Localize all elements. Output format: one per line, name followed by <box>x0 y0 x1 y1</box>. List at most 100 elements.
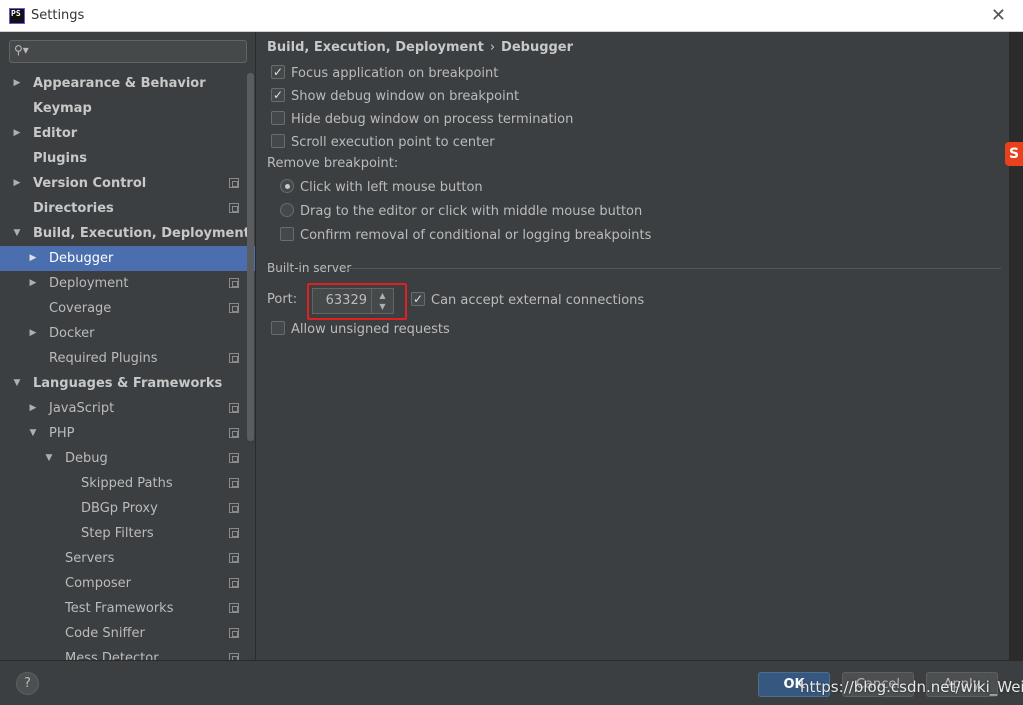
help-button[interactable]: ? <box>16 672 39 695</box>
sidebar-item-label: Version Control <box>33 176 147 191</box>
sidebar-item[interactable]: Directories <box>0 196 255 221</box>
click-left-label: Click with left mouse button <box>300 180 483 195</box>
confirm-removal-label: Confirm removal of conditional or loggin… <box>300 228 652 243</box>
click-left-radio[interactable] <box>280 179 294 193</box>
sidebar-item-label: Plugins <box>33 151 87 166</box>
hide-debug-label: Hide debug window on process termination <box>291 112 574 127</box>
debugger-settings-panel: Build, Execution, Deployment › Debugger Fo… <box>257 32 1009 660</box>
settings-tree: ▶ Appearance & Behavior Keymap ▶ Editor Plugi… <box>0 71 255 660</box>
project-scope-icon <box>229 303 239 313</box>
project-scope-icon <box>229 653 239 660</box>
sidebar-item[interactable]: Skipped Paths <box>0 471 255 496</box>
sidebar-item[interactable]: Keymap <box>0 96 255 121</box>
dialog-footer: ? OK Cancel Apply https://blog.csdn.net/… <box>0 660 1023 705</box>
confirm-removal-option[interactable]: Confirm removal of conditional or loggin… <box>280 226 651 246</box>
hide-debug-checkbox[interactable] <box>271 111 285 125</box>
confirm-removal-checkbox[interactable] <box>280 227 294 241</box>
expand-right-icon[interactable]: ▶ <box>27 271 39 296</box>
sidebar-item[interactable]: ▼ Languages & Frameworks <box>0 371 255 396</box>
sidebar-item[interactable]: ▼ PHP <box>0 421 255 446</box>
sidebar-item-label: Editor <box>33 126 78 141</box>
project-scope-icon <box>229 403 239 413</box>
sidebar-item[interactable]: Plugins <box>0 146 255 171</box>
project-scope-icon <box>229 553 239 563</box>
sidebar-item[interactable]: ▶ JavaScript <box>0 396 255 421</box>
sidebar-item-label: Code Sniffer <box>65 626 145 641</box>
click-left-option[interactable]: Click with left mouse button <box>280 178 483 198</box>
sidebar-item-label: Composer <box>65 576 132 591</box>
scroll-exec-label: Scroll execution point to center <box>291 135 495 150</box>
expand-right-icon[interactable]: ▶ <box>27 396 39 421</box>
expand-down-icon[interactable]: ▼ <box>27 421 39 446</box>
show-debug-label: Show debug window on breakpoint <box>291 89 520 104</box>
project-scope-icon <box>229 503 239 513</box>
sidebar-item[interactable]: Code Sniffer <box>0 621 255 646</box>
sidebar-item[interactable]: ▶ Appearance & Behavior <box>0 71 255 96</box>
sidebar-item[interactable]: Step Filters <box>0 521 255 546</box>
sidebar-item[interactable]: Required Plugins <box>0 346 255 371</box>
accept-external-checkbox[interactable] <box>411 289 425 309</box>
accept-external-option[interactable]: Can accept external connections <box>411 289 644 311</box>
scroll-exec-option[interactable]: Scroll execution point to center <box>271 133 495 153</box>
sidebar-item[interactable]: ▶ Docker <box>0 321 255 346</box>
input-method-icon: S <box>1005 142 1023 166</box>
allow-unsigned-option[interactable]: Allow unsigned requests <box>271 320 450 340</box>
expand-down-icon[interactable]: ▼ <box>11 371 23 396</box>
sidebar-item-label: Skipped Paths <box>81 476 173 491</box>
breadcrumb-parent: Build, Execution, Deployment <box>267 40 484 55</box>
sidebar-item[interactable]: Composer <box>0 571 255 596</box>
annotation-highlight-box <box>307 283 407 320</box>
title-bar: PS Settings ✕ <box>0 0 1023 32</box>
sidebar-item[interactable]: Coverage <box>0 296 255 321</box>
expand-right-icon[interactable]: ▶ <box>11 121 23 146</box>
sidebar-item-label: Keymap <box>33 101 92 116</box>
sidebar-item-label: Debugger <box>49 251 114 266</box>
sidebar-item-label: Required Plugins <box>49 351 158 366</box>
sidebar-item-label: JavaScript <box>49 401 115 416</box>
expand-down-icon[interactable]: ▼ <box>43 446 55 471</box>
project-scope-icon <box>229 278 239 288</box>
focus-app-checkbox[interactable] <box>271 62 285 82</box>
section-divider <box>347 268 1001 269</box>
sidebar-item-label: PHP <box>49 426 75 441</box>
scroll-exec-checkbox[interactable] <box>271 134 285 148</box>
close-icon[interactable]: ✕ <box>991 5 1006 26</box>
sidebar-item[interactable]: ▼ Debug <box>0 446 255 471</box>
hide-debug-option[interactable]: Hide debug window on process termination <box>271 110 573 130</box>
show-debug-option[interactable]: Show debug window on breakpoint <box>271 85 520 107</box>
drag-editor-option[interactable]: Drag to the editor or click with middle … <box>280 202 642 222</box>
show-debug-checkbox[interactable] <box>271 85 285 105</box>
project-scope-icon <box>229 453 239 463</box>
sidebar-item[interactable]: ▼ Build, Execution, Deployment <box>0 221 255 246</box>
sidebar-item[interactable]: DBGp Proxy <box>0 496 255 521</box>
expand-down-icon[interactable]: ▼ <box>11 221 23 246</box>
expand-right-icon[interactable]: ▶ <box>11 171 23 196</box>
expand-right-icon[interactable]: ▶ <box>27 321 39 346</box>
sidebar-item[interactable]: Servers <box>0 546 255 571</box>
sidebar-item[interactable]: Mess Detector <box>0 646 255 660</box>
sidebar-item[interactable]: ▶ Deployment <box>0 271 255 296</box>
expand-right-icon[interactable]: ▶ <box>27 246 39 271</box>
allow-unsigned-checkbox[interactable] <box>271 321 285 335</box>
search-input[interactable]: ⚲▾ <box>9 40 247 63</box>
expand-right-icon[interactable]: ▶ <box>11 71 23 96</box>
sidebar-item-label: Build, Execution, Deployment <box>33 226 250 241</box>
breadcrumb-separator: › <box>489 40 496 55</box>
sidebar-item[interactable]: ▶ Editor <box>0 121 255 146</box>
focus-app-option[interactable]: Focus application on breakpoint <box>271 62 498 84</box>
sidebar-item-label: Servers <box>65 551 115 566</box>
sidebar-item-label: Appearance & Behavior <box>33 76 206 91</box>
breadcrumb: Build, Execution, Deployment › Debugger <box>267 40 573 55</box>
drag-editor-label: Drag to the editor or click with middle … <box>300 204 643 219</box>
sidebar-item-label: Deployment <box>49 276 129 291</box>
allow-unsigned-label: Allow unsigned requests <box>291 322 450 337</box>
sidebar-item[interactable]: Test Frameworks <box>0 596 255 621</box>
sidebar-item[interactable]: ▶ Version Control <box>0 171 255 196</box>
sidebar-item-label: Docker <box>49 326 95 341</box>
project-scope-icon <box>229 578 239 588</box>
background-window-edge <box>1009 32 1023 660</box>
sidebar-item-label: DBGp Proxy <box>81 501 158 516</box>
sidebar-scrollbar[interactable] <box>247 73 254 441</box>
sidebar-item[interactable]: ▶ Debugger <box>0 246 255 271</box>
drag-editor-radio[interactable] <box>280 203 294 217</box>
